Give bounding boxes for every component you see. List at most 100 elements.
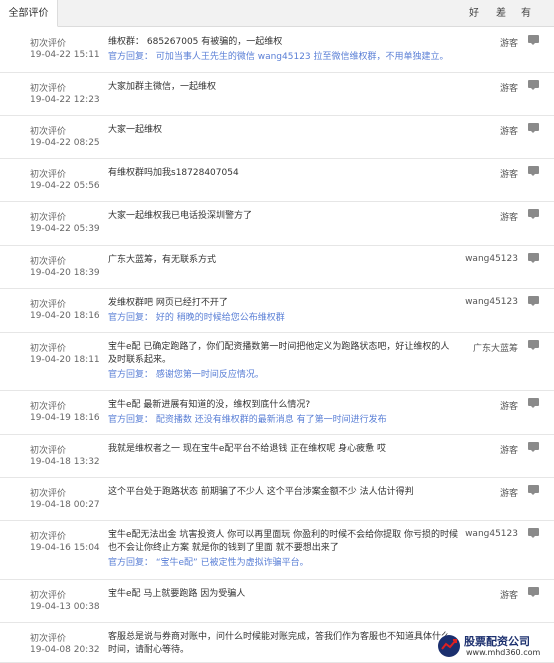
review-row: 初次评价 19-04-20 18:39 广东大蓝筹，有无联系方式 wang451… [0,246,554,289]
review-author: 游客 [499,170,518,180]
review-content: 这个平台处于跑路状态 前期骗了不少人 这个平台涉案金额不少 法人估计得判 [108,486,458,499]
review-author: wang45123 [465,254,518,264]
vote-header-good: 好 [469,8,479,19]
review-author: 游客 [499,39,518,49]
review-date: 19-04-18 00:27 [30,500,100,510]
review-row: 初次评价 19-04-22 05:39 大家一起维权我已电话投深圳警方了 游客 [0,202,554,246]
review-type: 初次评价 [30,532,67,542]
review-row: 初次评价 19-04-19 18:16 宝牛e配 最新进展有知道的没，维权到底什… [0,391,554,435]
review-type: 初次评价 [30,402,67,412]
review-date: 19-04-22 15:11 [30,50,100,60]
review-text: 宝牛e配无法出金 坑害投资人 你可以再里面玩 你盈利的时候不会给你提取 你亏损的… [108,530,458,553]
review-date: 19-04-13 00:38 [30,602,100,612]
review-type: 初次评价 [30,257,67,267]
official-reply: 官方回复： 配资播数 还没有维权群的最新消息 有了第一时间进行发布 [108,415,387,425]
review-author: 游客 [499,84,518,94]
official-reply: 官方回复： “宝牛e配” 已被定性为虚拟诈骗平台。 [108,558,309,568]
stock-logo-icon [438,635,460,657]
watermark-url: www.mhd360.com [466,648,541,657]
review-type: 初次评价 [30,634,67,644]
review-text: 这个平台处于跑路状态 前期骗了不少人 这个平台涉案金额不少 法人估计得判 [108,487,414,497]
review-author: 广东大蓝筹 [472,344,518,354]
comment-icon[interactable] [528,398,539,408]
review-date: 19-04-20 18:16 [30,311,100,321]
review-type: 初次评价 [30,127,67,137]
review-author: wang45123 [465,529,518,539]
review-content: 宝牛e配 已确定跑路了，你们配资播数第一时间把他定义为跑路状态吧，好让维权的人及… [108,341,458,382]
official-reply: 官方回复： 感谢您第一时间反应情况。 [108,370,264,380]
review-text: 大家一起维权 [108,125,163,135]
official-reply: 官方回复： 可加当事人王先生的微信 wang45123 拉至微信维权群，不用单独… [108,52,449,62]
review-row: 初次评价 19-04-22 08:25 大家一起维权 游客 [0,116,554,159]
review-text: 宝牛e配 马上就要跑路 因为受骗人 [108,589,246,599]
review-text: 大家一起维权我已电话投深圳警方了 [108,211,253,221]
review-text: 宝牛e配 最新进展有知道的没，维权到底什么情况? [108,400,311,410]
comment-icon[interactable] [528,485,539,495]
review-content: 我就是维权者之一 现在宝牛e配平台不给退钱 正在维权呢 身心疲惫 哎 [108,443,458,456]
review-date: 19-04-20 18:39 [30,268,100,278]
review-text: 广东大蓝筹，有无联系方式 [108,255,217,265]
review-text: 大家加群主微信，一起维权 [108,82,217,92]
comment-icon[interactable] [528,587,539,597]
review-content: 宝牛e配无法出金 坑害投资人 你可以再里面玩 你盈利的时候不会给你提取 你亏损的… [108,529,458,570]
review-type: 初次评价 [30,39,67,49]
review-type: 初次评价 [30,446,67,456]
review-author: 游客 [499,213,518,223]
review-content: 维权群： 685267005 有被骗的，一起维权 官方回复： 可加当事人王先生的… [108,36,458,64]
review-date: 19-04-20 18:11 [30,355,100,365]
comment-icon[interactable] [528,296,539,306]
comment-icon[interactable] [528,80,539,90]
review-author: 游客 [499,402,518,412]
review-type: 初次评价 [30,213,67,223]
review-text: 客服总是说与券商对账中，问什么时候能对账完成，答我们作为客服也不知道具体什么时间… [108,632,451,655]
review-text: 有维权群吗加我s18728407054 [108,168,239,178]
review-type: 初次评价 [30,300,67,310]
review-row: 初次评价 19-04-22 12:23 大家加群主微信，一起维权 游客 [0,73,554,116]
review-date: 19-04-22 08:25 [30,138,100,148]
comment-icon[interactable] [528,442,539,452]
comment-icon[interactable] [528,253,539,263]
review-content: 大家加群主微信，一起维权 [108,81,458,94]
comment-icon[interactable] [528,340,539,350]
review-date: 19-04-16 15:04 [30,543,100,553]
review-type: 初次评价 [30,344,67,354]
review-row: 初次评价 19-04-20 18:16 发维权群吧 网页已经打不开了 官方回复：… [0,289,554,333]
vote-header-bad: 差 [496,8,506,19]
comment-icon[interactable] [528,35,539,45]
review-content: 宝牛e配 马上就要跑路 因为受骗人 [108,588,458,601]
review-type: 初次评价 [30,591,67,601]
review-content: 有维权群吗加我s18728407054 [108,167,458,180]
review-date: 19-04-18 13:32 [30,457,100,467]
review-row: 初次评价 19-04-22 15:11 维权群： 685267005 有被骗的，… [0,28,554,73]
review-author: wang45123 [465,297,518,307]
review-author: 游客 [499,446,518,456]
comment-icon[interactable] [528,528,539,538]
review-author: 游客 [499,127,518,137]
watermark-title: 股票配资公司 [464,635,530,648]
review-author: 游客 [499,591,518,601]
review-content: 大家一起维权 [108,124,458,137]
review-date: 19-04-19 18:16 [30,413,100,423]
review-text: 宝牛e配 已确定跑路了，你们配资播数第一时间把他定义为跑路状态吧，好让维权的人及… [108,342,450,365]
review-type: 初次评价 [30,170,67,180]
official-reply: 官方回复： 好的 稍晚的时候给您公布维权群 [108,313,285,323]
review-text: 发维权群吧 网页已经打不开了 [108,298,228,308]
review-content: 发维权群吧 网页已经打不开了 官方回复： 好的 稍晚的时候给您公布维权群 [108,297,458,325]
comment-icon[interactable] [528,123,539,133]
review-list: 初次评价 19-04-22 15:11 维权群： 685267005 有被骗的，… [0,28,554,663]
review-row: 初次评价 19-04-18 00:27 这个平台处于跑路状态 前期骗了不少人 这… [0,478,554,521]
review-text: 我就是维权者之一 现在宝牛e配平台不给退钱 正在维权呢 身心疲惫 哎 [108,444,386,454]
review-date: 19-04-22 05:56 [30,181,100,191]
review-date: 19-04-08 20:32 [30,645,100,655]
review-type: 初次评价 [30,489,67,499]
comment-icon[interactable] [528,166,539,176]
review-author: 游客 [499,489,518,499]
review-content: 广东大蓝筹，有无联系方式 [108,254,458,267]
vote-header-has: 有 [521,8,531,19]
review-content: 客服总是说与券商对账中，问什么时候能对账完成，答我们作为客服也不知道具体什么时间… [108,631,458,657]
comment-icon[interactable] [528,209,539,219]
tab-bar: 全部评价 好 差 有 [0,0,554,27]
tab-all-reviews[interactable]: 全部评价 [0,0,58,27]
site-watermark: 股票配资公司 www.mhd360.com [436,631,552,661]
review-row: 初次评价 19-04-16 15:04 宝牛e配无法出金 坑害投资人 你可以再里… [0,521,554,580]
